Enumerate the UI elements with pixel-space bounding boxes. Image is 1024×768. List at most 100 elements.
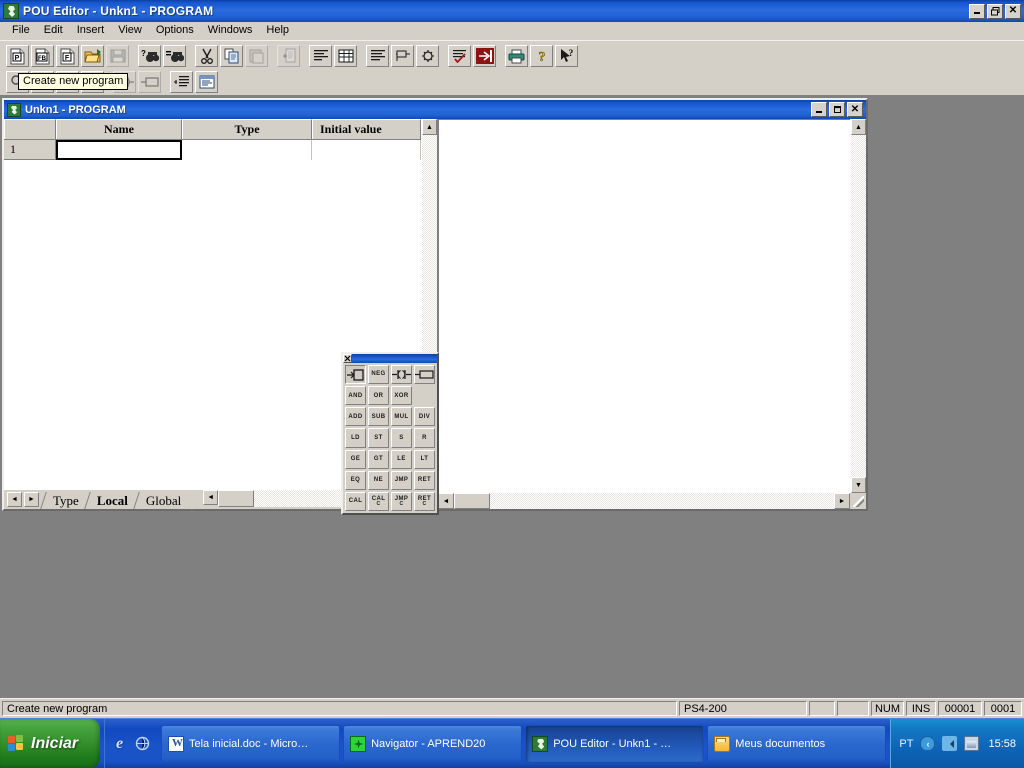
print-button[interactable] bbox=[505, 45, 528, 67]
new-function-block-button[interactable]: FB bbox=[31, 45, 54, 67]
editor-vertical-scrollbar[interactable]: ▲ ▼ bbox=[850, 119, 866, 493]
find-button[interactable]: ? bbox=[138, 45, 161, 67]
indent-list-button[interactable] bbox=[170, 71, 193, 93]
palette-jmp-button[interactable]: JMP bbox=[391, 470, 412, 490]
palette-le-button[interactable]: LE bbox=[391, 449, 412, 469]
help-button[interactable]: ? bbox=[530, 45, 553, 67]
network-icon[interactable] bbox=[964, 736, 980, 751]
palette-st-button[interactable]: ST bbox=[368, 428, 389, 448]
palette-retc-button[interactable]: RET C bbox=[414, 491, 435, 511]
palette-s-button[interactable]: S bbox=[391, 428, 412, 448]
child-maximize-button[interactable] bbox=[829, 102, 845, 117]
scroll-down-button[interactable]: ▼ bbox=[851, 477, 866, 493]
scroll-up-button[interactable]: ▲ bbox=[422, 119, 437, 135]
task-button-word[interactable]: Tela inicial.doc - Micro… bbox=[161, 724, 341, 763]
tab-type[interactable]: Type bbox=[43, 492, 87, 509]
scroll-track[interactable] bbox=[851, 135, 866, 477]
instruction-list-button[interactable] bbox=[309, 45, 332, 67]
tab-prev-button[interactable]: ◄ bbox=[7, 492, 22, 507]
menu-file[interactable]: File bbox=[5, 23, 37, 38]
palette-cal-button[interactable]: CAL bbox=[345, 491, 366, 511]
scroll-left-button[interactable]: ◄ bbox=[203, 490, 219, 505]
main-titlebar[interactable]: POU Editor - Unkn1 - PROGRAM ✕ bbox=[0, 0, 1024, 22]
insert-row-button[interactable] bbox=[277, 45, 300, 67]
initial-value-cell[interactable] bbox=[312, 140, 421, 160]
menu-insert[interactable]: Insert bbox=[70, 23, 112, 38]
scroll-track[interactable] bbox=[490, 493, 834, 509]
palette-lt-button[interactable]: LT bbox=[414, 449, 435, 469]
palette-ret-button[interactable]: RET bbox=[414, 470, 435, 490]
context-help-button[interactable]: ? bbox=[555, 45, 578, 67]
palette-calc-button[interactable]: CAL C bbox=[368, 491, 389, 511]
table-view-button[interactable] bbox=[334, 45, 357, 67]
palette-r-button[interactable]: R bbox=[414, 428, 435, 448]
show-desktop-icon[interactable] bbox=[134, 735, 151, 752]
table-row[interactable]: 1 bbox=[4, 140, 421, 160]
save-button[interactable] bbox=[106, 45, 129, 67]
task-button-pou-editor[interactable]: POU Editor - Unkn1 - … bbox=[525, 724, 705, 763]
menu-help[interactable]: Help bbox=[259, 23, 296, 38]
palette-add-button[interactable]: ADD bbox=[345, 407, 366, 427]
copy-button[interactable] bbox=[220, 45, 243, 67]
shield-icon[interactable]: ‹ bbox=[920, 736, 936, 751]
child-minimize-button[interactable] bbox=[811, 102, 827, 117]
palette-sub-button[interactable]: SUB bbox=[368, 407, 389, 427]
palette-mul-button[interactable]: MUL bbox=[391, 407, 412, 427]
task-button-navigator[interactable]: Navigator - APREND20 bbox=[343, 724, 523, 763]
palette-contact-button[interactable] bbox=[391, 365, 412, 385]
grid-header-rownum[interactable] bbox=[4, 119, 56, 139]
grid-header-type[interactable]: Type bbox=[182, 119, 312, 139]
find-next-button[interactable] bbox=[163, 45, 186, 67]
palette-gt-button[interactable]: GT bbox=[368, 449, 389, 469]
paste-button[interactable] bbox=[245, 45, 268, 67]
compile-button[interactable] bbox=[416, 45, 439, 67]
palette-and-button[interactable]: AND bbox=[345, 386, 366, 406]
palette-ld-button[interactable]: LD bbox=[345, 428, 366, 448]
network-flag-button[interactable] bbox=[391, 45, 414, 67]
menu-view[interactable]: View bbox=[111, 23, 149, 38]
palette-titlebar[interactable] bbox=[343, 354, 437, 363]
clock[interactable]: 15:58 bbox=[986, 738, 1016, 750]
child-close-button[interactable]: ✕ bbox=[847, 102, 863, 117]
close-button[interactable]: ✕ bbox=[1005, 3, 1021, 19]
grid-header-name[interactable]: Name bbox=[56, 119, 182, 139]
scroll-thumb[interactable] bbox=[454, 493, 490, 509]
menu-windows[interactable]: Windows bbox=[201, 23, 260, 38]
palette-coil-button[interactable] bbox=[414, 365, 435, 385]
exit-button[interactable] bbox=[473, 45, 496, 67]
palette-close-button[interactable] bbox=[343, 354, 352, 363]
scroll-left-button[interactable]: ◄ bbox=[438, 493, 454, 509]
palette-assign-button[interactable] bbox=[345, 365, 366, 385]
child-titlebar[interactable]: Unkn1 - PROGRAM ✕ bbox=[4, 100, 866, 119]
menu-options[interactable]: Options bbox=[149, 23, 201, 38]
grid-header-initial-value[interactable]: Initial value bbox=[312, 119, 421, 139]
type-cell[interactable] bbox=[182, 140, 312, 160]
open-button[interactable] bbox=[81, 45, 104, 67]
restore-button[interactable] bbox=[987, 3, 1003, 19]
minimize-button[interactable] bbox=[969, 3, 985, 19]
internet-explorer-icon[interactable]: e bbox=[111, 735, 128, 752]
code-editor-canvas[interactable] bbox=[438, 119, 850, 493]
menu-edit[interactable]: Edit bbox=[37, 23, 70, 38]
start-button[interactable]: Iniciar bbox=[0, 719, 100, 768]
name-input[interactable] bbox=[56, 140, 182, 160]
tab-global[interactable]: Global bbox=[136, 492, 189, 509]
edit-window-button[interactable] bbox=[195, 71, 218, 93]
palette-xor-button[interactable]: XOR bbox=[391, 386, 412, 406]
tab-local[interactable]: Local bbox=[87, 492, 136, 509]
scroll-up-button[interactable]: ▲ bbox=[851, 119, 866, 135]
palette-ne-button[interactable]: NE bbox=[368, 470, 389, 490]
task-button-meus-documentos[interactable]: Meus documentos bbox=[707, 724, 887, 763]
scroll-thumb[interactable] bbox=[218, 490, 255, 507]
cut-button[interactable] bbox=[195, 45, 218, 67]
new-program-button[interactable]: P bbox=[6, 45, 29, 67]
palette-jmpc-button[interactable]: JMP C bbox=[391, 491, 412, 511]
palette-neg-button[interactable]: NEG bbox=[368, 365, 389, 385]
scroll-right-button[interactable]: ► bbox=[834, 493, 850, 509]
palette-or-button[interactable]: OR bbox=[368, 386, 389, 406]
tab-next-button[interactable]: ► bbox=[24, 492, 39, 507]
language-indicator[interactable]: PT bbox=[899, 738, 913, 750]
coil-button[interactable] bbox=[138, 71, 161, 93]
volume-icon[interactable] bbox=[942, 736, 958, 751]
palette-eq-button[interactable]: EQ bbox=[345, 470, 366, 490]
